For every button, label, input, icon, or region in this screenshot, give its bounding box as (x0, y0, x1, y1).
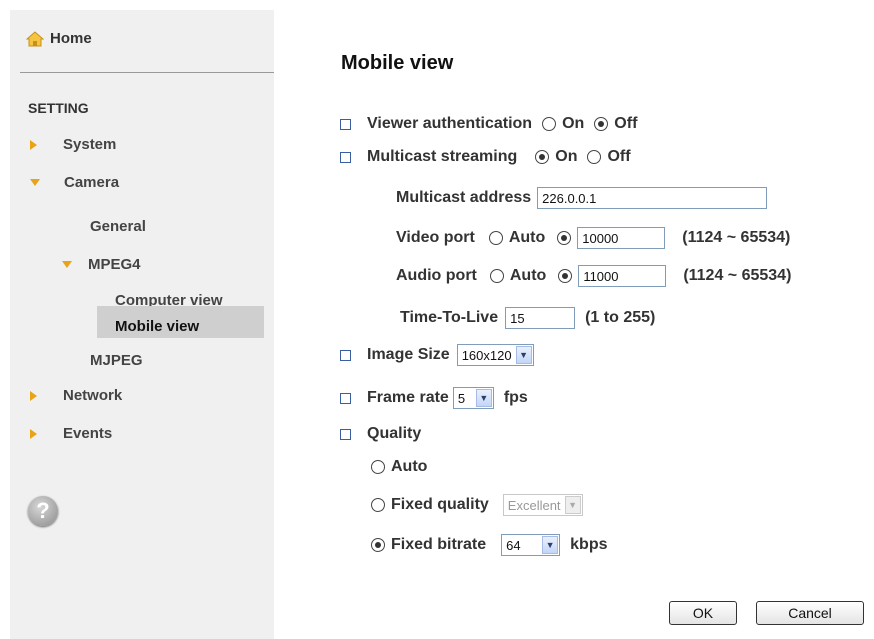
sidebar-item-label: System (63, 136, 117, 153)
audio-port-row: Audio port Auto (1124 ~ 65534) (396, 265, 791, 287)
image-size-row: Image Size 160x120 ▼ (340, 344, 534, 366)
quality-label: Quality (367, 425, 422, 442)
bullet-icon (340, 118, 351, 130)
audio-port-label: Audio port (396, 267, 477, 284)
sidebar-item-mobile-view[interactable]: Mobile view (115, 318, 199, 335)
multicast-address-row: Multicast address (396, 187, 768, 209)
viewer-auth-off-label: Off (614, 115, 638, 132)
audio-port-range: (1124 ~ 65534) (683, 267, 792, 284)
viewer-auth-label: Viewer authentication (367, 115, 533, 132)
triangle-right-icon (30, 428, 37, 439)
chevron-down-icon: ▼ (564, 496, 581, 514)
viewer-auth-on-radio[interactable] (542, 117, 557, 131)
frame-rate-value: 5 (457, 390, 466, 406)
viewer-auth-on-label: On (562, 115, 585, 132)
ok-button[interactable]: OK (669, 601, 737, 625)
divider (20, 72, 274, 73)
section-title: SETTING (28, 100, 89, 116)
audio-port-manual-radio[interactable] (558, 269, 573, 283)
bullet-icon (340, 349, 351, 361)
chevron-down-icon: ▼ (515, 346, 532, 364)
home-icon (26, 30, 44, 46)
multicast-address-label: Multicast address (396, 189, 532, 206)
sidebar-item-network[interactable]: Network (30, 387, 122, 404)
multicast-off-label: Off (607, 148, 631, 165)
ttl-input[interactable] (505, 307, 576, 329)
sidebar-item-label: Network (63, 387, 123, 404)
fixed-quality-row: Fixed quality Excellent ▼ (371, 494, 583, 516)
quality-auto-label: Auto (391, 458, 428, 475)
chevron-down-icon: ▼ (542, 536, 559, 554)
sidebar-item-label: MJPEG (90, 352, 143, 369)
image-size-select[interactable]: 160x120 ▼ (456, 344, 534, 366)
bullet-icon (340, 151, 351, 163)
sidebar-item-label: MPEG4 (88, 256, 141, 273)
triangle-down-icon (62, 261, 72, 268)
video-port-input[interactable] (577, 227, 666, 249)
sidebar-item-label: Camera (64, 174, 120, 191)
fixed-quality-radio[interactable] (371, 498, 385, 512)
audio-port-input[interactable] (578, 265, 667, 287)
bullet-icon (340, 392, 351, 404)
home-link[interactable]: Home (26, 30, 92, 47)
bitrate-select[interactable]: 64 ▼ (501, 534, 561, 556)
sidebar-item-general[interactable]: General (90, 218, 146, 235)
audio-port-auto-radio[interactable] (489, 269, 504, 283)
page-title: Mobile view (341, 52, 454, 74)
multicast-on-label: On (555, 148, 578, 165)
triangle-right-icon (30, 390, 37, 401)
video-port-auto-radio[interactable] (488, 231, 503, 245)
viewer-auth-off-radio[interactable] (594, 117, 609, 131)
fixed-quality-select[interactable]: Excellent ▼ (502, 494, 583, 516)
ttl-row: Time-To-Live (1 to 255) (400, 307, 655, 329)
viewer-auth-row: Viewer authentication On Off (340, 115, 637, 133)
video-port-range: (1124 ~ 65534) (682, 229, 791, 246)
sidebar: Home SETTING System Camera General MPEG4… (10, 10, 274, 639)
quality-auto-row: Auto (371, 458, 427, 476)
cancel-button[interactable]: Cancel (756, 601, 864, 625)
video-port-manual-radio[interactable] (557, 231, 572, 245)
multicast-row: Multicast streaming On Off (340, 148, 631, 166)
sidebar-item-mjpeg[interactable]: MJPEG (90, 352, 143, 369)
triangle-right-icon (30, 139, 37, 150)
frame-rate-label: Frame rate (367, 389, 449, 406)
fixed-bitrate-row: Fixed bitrate 64 ▼ kbps (371, 534, 607, 556)
frame-rate-select[interactable]: 5 ▼ (452, 387, 494, 409)
bullet-icon (340, 428, 351, 440)
fixed-quality-value: Excellent (507, 497, 561, 513)
bitrate-value: 64 (506, 537, 521, 553)
ttl-range: (1 to 255) (585, 309, 656, 326)
video-port-auto-label: Auto (508, 229, 546, 246)
image-size-label: Image Size (367, 346, 450, 363)
ttl-label: Time-To-Live (400, 309, 499, 326)
video-port-row: Video port Auto (1124 ~ 65534) (396, 227, 790, 249)
triangle-down-icon (30, 179, 40, 186)
multicast-address-input[interactable] (537, 187, 768, 209)
multicast-off-radio[interactable] (587, 150, 602, 164)
frame-rate-unit: fps (503, 389, 528, 406)
sidebar-item-camera[interactable]: Camera (30, 174, 119, 191)
sidebar-item-system[interactable]: System (30, 136, 116, 153)
video-port-label: Video port (396, 229, 475, 246)
quality-row: Quality (340, 425, 421, 443)
multicast-label: Multicast streaming (367, 148, 518, 165)
fixed-quality-label: Fixed quality (391, 496, 489, 513)
sidebar-item-mpeg4[interactable]: MPEG4 (62, 256, 141, 273)
frame-rate-row: Frame rate 5 ▼ fps (340, 387, 528, 409)
sidebar-item-label: Mobile view (115, 318, 200, 335)
multicast-on-radio[interactable] (535, 150, 550, 164)
sidebar-item-label: General (90, 218, 146, 235)
sidebar-item-events[interactable]: Events (30, 425, 112, 442)
image-size-value: 160x120 (461, 347, 512, 363)
quality-auto-radio[interactable] (371, 460, 385, 474)
fixed-bitrate-label: Fixed bitrate (391, 536, 487, 553)
fixed-bitrate-radio[interactable] (371, 538, 385, 552)
home-label: Home (50, 30, 92, 47)
help-icon[interactable]: ? (28, 496, 58, 526)
audio-port-auto-label: Auto (509, 267, 547, 284)
sidebar-item-label: Events (63, 425, 113, 442)
bitrate-unit: kbps (570, 536, 608, 553)
chevron-down-icon: ▼ (475, 389, 492, 407)
